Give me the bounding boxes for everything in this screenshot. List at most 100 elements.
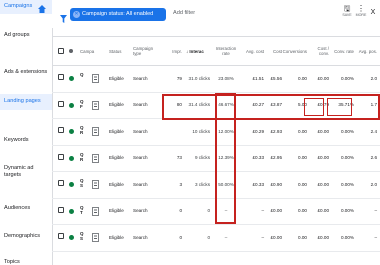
row-checkbox[interactable]: [58, 100, 64, 107]
campaign-type-cell: Search: [133, 102, 148, 108]
campaign-name-icon[interactable]: [92, 127, 99, 136]
interactions-cell: 3 clicks: [194, 181, 210, 187]
sidebar-item-dynamic-ad-targets[interactable]: Dynamic ad targets: [0, 165, 44, 179]
campaign-name-icon[interactable]: [92, 180, 99, 189]
campaign-type-cell: Search: [133, 234, 148, 240]
campaign-name-icon[interactable]: [92, 233, 99, 242]
cost-conv-cell: £0.00: [317, 234, 330, 240]
impr-cell: 3: [179, 181, 182, 187]
cost-cell: £2.93: [270, 128, 283, 134]
status-dot-icon[interactable]: [69, 182, 74, 187]
interaction-rate-cell: 23.08%: [218, 75, 234, 81]
campaign-name-icon[interactable]: [92, 206, 99, 216]
conversions-cell: 0.00: [298, 155, 307, 161]
campaign-mini-label[interactable]: Q R: [80, 125, 88, 139]
table-row[interactable]: Q Eligible Search 79 31.0 clicks 23.08% £1.51 £…: [52, 66, 380, 93]
row-checkbox[interactable]: [58, 153, 64, 160]
campaign-mini-label[interactable]: Q S: [80, 231, 88, 245]
conv-rate-highlight: [327, 98, 352, 116]
interactions-cell: 0: [207, 208, 210, 214]
campaign-mini-label[interactable]: Q: [80, 72, 88, 86]
conv-rate-cell: 0.00%: [340, 181, 354, 187]
header-conv-rate[interactable]: Conv. rate: [330, 37, 354, 65]
filter-chip[interactable]: ✕ Campaign status: All enabled: [70, 8, 166, 21]
row-checkbox[interactable]: [58, 127, 64, 133]
header-cost-conv[interactable]: Cost / conv.: [311, 37, 329, 65]
sidebar-item-keywords[interactable]: Keywords: [0, 137, 52, 144]
campaign-name-icon[interactable]: [92, 153, 99, 163]
conv-rate-cell: 0.00%: [340, 234, 354, 240]
header-status[interactable]: Status: [109, 37, 131, 65]
conversions-cell: 0.00: [298, 208, 307, 214]
add-filter-link[interactable]: Add filter: [173, 10, 195, 16]
sidebar-item-demographics[interactable]: Demographics: [0, 233, 52, 240]
header-impr[interactable]: Impr.: [162, 37, 182, 65]
filter-icon[interactable]: [60, 10, 67, 23]
header-interaction-rate[interactable]: Interaction rate: [212, 37, 240, 65]
status-dot-icon[interactable]: [69, 76, 74, 81]
cost-conv-cell: £0.00: [317, 128, 330, 134]
status-cell: Eligible: [109, 75, 124, 81]
impr-cell: 79: [176, 75, 182, 81]
cost-conv-cell: £0.00: [317, 75, 330, 81]
campaign-name-icon[interactable]: [92, 100, 99, 110]
status-cell: Eligible: [109, 181, 124, 187]
select-all-checkbox[interactable]: [58, 48, 64, 54]
header-avg-pos[interactable]: Avg. pos.: [356, 37, 377, 65]
status-cell: Eligible: [109, 128, 124, 134]
header-campaign[interactable]: Campa: [80, 37, 102, 65]
cost-conv-highlight: [304, 98, 324, 116]
row-checkbox[interactable]: [58, 206, 64, 213]
sidebar-item-label: Keywords: [4, 137, 29, 143]
header-avg-cost[interactable]: Avg. cost: [242, 37, 264, 65]
conversions-cell: 0.00: [298, 128, 307, 134]
status-dot-icon: [69, 49, 73, 53]
header-interactions[interactable]: ↓ Interac: [186, 37, 210, 65]
table-row[interactable]: Q S Eligible Search 0 0– – £0.00 0.00 £0.00 0.00%…: [52, 225, 380, 252]
cost-cell: £0.00: [270, 208, 283, 214]
impr-cell: 0: [179, 208, 182, 214]
header-conversions[interactable]: Conversions: [282, 37, 307, 65]
close-button[interactable]: X: [366, 9, 380, 16]
campaign-table: Campa Status Campaign type Impr. ↓ Inter…: [52, 28, 380, 265]
status-dot-icon[interactable]: [69, 208, 74, 214]
campaign-mini-label[interactable]: Q F: [80, 99, 88, 113]
row-checkbox[interactable]: [58, 180, 64, 186]
sidebar-item-label: Landing pages: [4, 98, 41, 104]
sidebar: Campaigns Ad groups Ads & extensions Lan…: [0, 0, 53, 265]
save-button[interactable]: 🖫 SAVE: [340, 4, 354, 17]
status-dot-icon[interactable]: [69, 102, 74, 108]
conversions-cell: 0.00: [298, 181, 307, 187]
interactions-cell: 9 clicks: [194, 155, 210, 161]
sidebar-item-audiences[interactable]: Audiences: [0, 205, 52, 212]
cost-cell: £2.95: [270, 155, 283, 161]
sidebar-item-ads-extensions[interactable]: Ads & extensions: [0, 69, 52, 76]
home-icon[interactable]: [37, 1, 47, 13]
sidebar-item-label: Ads & extensions: [4, 69, 48, 75]
avg-pos-cell: 2.4: [370, 128, 377, 134]
campaign-mini-label[interactable]: Q R: [80, 152, 88, 166]
campaign-mini-label[interactable]: Q T: [80, 205, 88, 219]
campaign-type-cell: Search: [133, 155, 148, 161]
cost-conv-cell: £0.00: [317, 208, 330, 214]
avg-pos-cell: 2.0: [370, 75, 377, 81]
avg-cost-cell: –: [261, 234, 264, 240]
interactions-cell: 0: [207, 234, 210, 240]
sidebar-item-ad-groups[interactable]: Ad groups: [0, 32, 52, 39]
interaction-rate-cell: –: [224, 234, 228, 240]
status-dot-icon[interactable]: [69, 129, 74, 134]
row-checkbox[interactable]: [58, 74, 64, 80]
status-dot-icon[interactable]: [69, 155, 74, 161]
sidebar-item-label: Campaigns: [4, 3, 33, 9]
sidebar-item-landing-pages[interactable]: Landing pages: [0, 94, 52, 110]
header-campaign-type[interactable]: Campaign type: [133, 37, 157, 65]
row-checkbox[interactable]: [58, 233, 64, 239]
campaign-mini-label[interactable]: Q S: [80, 178, 88, 192]
status-dot-icon[interactable]: [69, 235, 74, 240]
close-icon[interactable]: ✕: [73, 11, 80, 18]
header-cost[interactable]: Cost: [266, 37, 282, 65]
avg-pos-cell: 2.0: [370, 181, 377, 187]
campaign-name-icon[interactable]: [92, 74, 99, 83]
more-label: MORE: [355, 13, 367, 17]
sidebar-item-topics[interactable]: Topics: [0, 259, 52, 265]
